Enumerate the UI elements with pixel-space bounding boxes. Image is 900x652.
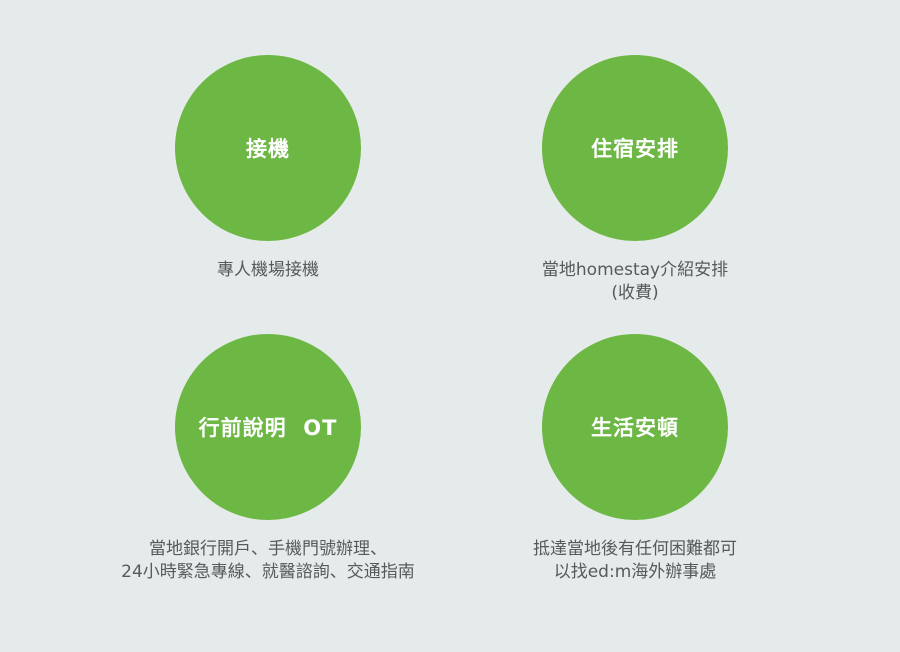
description-line: 以找ed:m海外辦事處 xyxy=(553,562,717,582)
service-card-orientation: 行前說明 OT 當地銀行開戶、手機門號辦理、 24小時緊急專線、就醫諮詢、交通指… xyxy=(88,334,448,584)
description-line: (收費) xyxy=(611,283,659,303)
service-description: 專人機場接機 xyxy=(88,259,448,282)
service-title: 接機 xyxy=(246,137,290,161)
description-line: 抵達當地後有任何困難都可 xyxy=(533,539,737,559)
description-line: 專人機場接機 xyxy=(217,260,319,280)
service-title: 住宿安排 xyxy=(591,137,679,161)
service-description: 當地銀行開戶、手機門號辦理、 24小時緊急專線、就醫諮詢、交通指南 xyxy=(88,538,448,584)
service-circle-orientation: 行前說明 OT xyxy=(175,334,361,520)
service-card-airport-pickup: 接機 專人機場接機 xyxy=(88,55,448,282)
description-line: 當地homestay介紹安排 xyxy=(541,260,729,280)
service-description: 當地homestay介紹安排 (收費) xyxy=(455,259,815,305)
service-title: 行前說明 OT xyxy=(198,416,338,440)
service-circle-settling-in: 生活安頓 xyxy=(542,334,728,520)
service-description: 抵達當地後有任何困難都可 以找ed:m海外辦事處 xyxy=(455,538,815,584)
service-card-housing: 住宿安排 當地homestay介紹安排 (收費) xyxy=(455,55,815,305)
service-circle-airport-pickup: 接機 xyxy=(175,55,361,241)
description-line: 24小時緊急專線、就醫諮詢、交通指南 xyxy=(121,562,415,582)
service-circle-housing: 住宿安排 xyxy=(542,55,728,241)
service-title: 生活安頓 xyxy=(591,416,679,440)
description-line: 當地銀行開戶、手機門號辦理、 xyxy=(149,539,387,559)
service-card-settling-in: 生活安頓 抵達當地後有任何困難都可 以找ed:m海外辦事處 xyxy=(455,334,815,584)
